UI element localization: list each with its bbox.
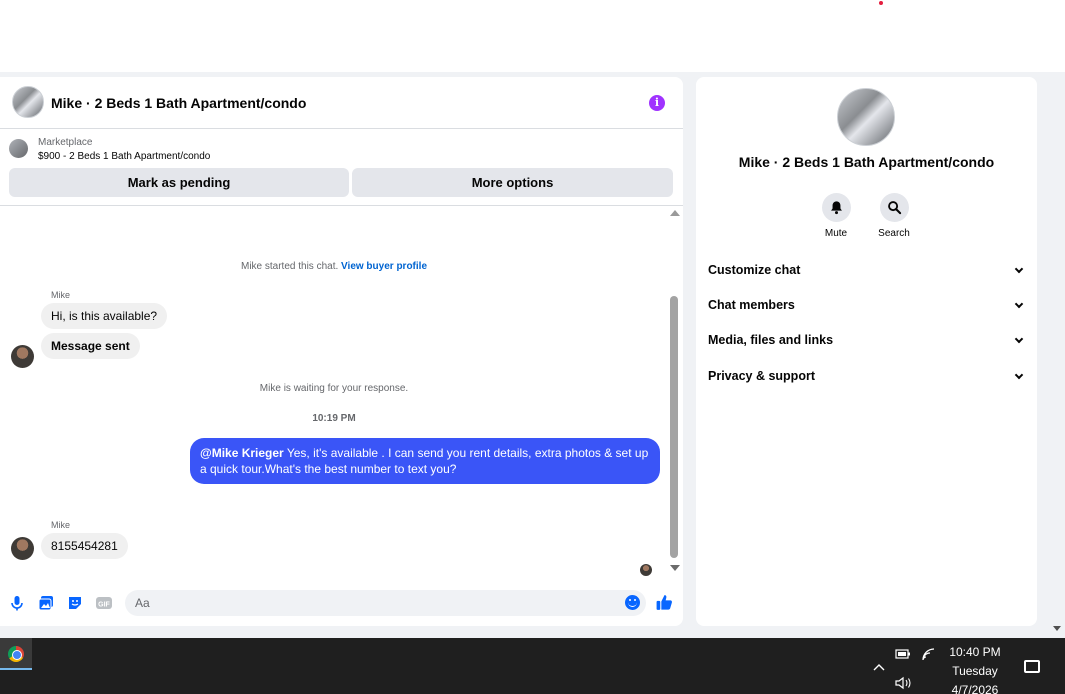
- section-label: Media, files and links: [708, 333, 834, 347]
- bell-icon: [821, 193, 851, 222]
- section-label: Customize chat: [708, 263, 801, 277]
- sender-name: Mike: [51, 520, 71, 530]
- message-timestamp: 10:19 PM: [312, 413, 356, 424]
- listing-source: Marketplace: [38, 137, 93, 148]
- search-label: Search: [878, 228, 910, 239]
- notification-dot: [879, 1, 883, 5]
- chat-started-notice: Mike started this chat. View buyer profi…: [0, 261, 668, 272]
- gif-label: GIF: [98, 602, 110, 609]
- search-button[interactable]: Search: [874, 193, 914, 239]
- scroll-down-arrow-icon[interactable]: [670, 565, 680, 571]
- profile-name[interactable]: Mike · 2 Beds 1 Bath Apartment/condo: [696, 154, 1037, 170]
- emoji-icon[interactable]: [625, 595, 640, 610]
- marketplace-listing: Marketplace $900 - 2 Beds 1 Bath Apartme…: [0, 130, 683, 206]
- chrome-taskbar-button[interactable]: [0, 638, 32, 670]
- media-files-links-section[interactable]: Media, files and links: [708, 333, 1026, 353]
- taskbar: 10:40 PM Tuesday 4/7/2026: [0, 638, 1065, 694]
- chat-title[interactable]: Mike · 2 Beds 1 Bath Apartment/condo: [51, 95, 306, 111]
- sender-avatar[interactable]: [11, 537, 34, 560]
- section-label: Chat members: [708, 298, 795, 312]
- gif-icon[interactable]: GIF: [95, 594, 113, 612]
- clock-day: Tuesday: [952, 664, 998, 678]
- battery-icon[interactable]: [895, 648, 911, 660]
- clock-time: 10:40 PM: [949, 645, 1001, 659]
- message-composer: GIF Aa: [0, 587, 683, 619]
- notifications-icon[interactable]: [1024, 660, 1040, 673]
- chevron-down-icon: [1014, 264, 1024, 274]
- chrome-icon: [8, 646, 24, 662]
- search-icon: [879, 193, 909, 222]
- listing-thumbnail[interactable]: [9, 139, 28, 158]
- seen-avatar: [640, 564, 652, 576]
- clock-date: 4/7/2026: [951, 683, 999, 694]
- mute-label: Mute: [824, 228, 848, 239]
- system-clock[interactable]: 10:40 PM Tuesday 4/7/2026: [935, 643, 1015, 694]
- scroll-down-arrow-icon[interactable]: [1053, 626, 1061, 631]
- message-input-placeholder: Aa: [135, 596, 150, 610]
- sender-avatar[interactable]: [11, 345, 34, 368]
- mention[interactable]: @Mike Krieger: [200, 446, 284, 460]
- chat-avatar[interactable]: [12, 86, 44, 118]
- sticker-icon[interactable]: [66, 594, 84, 612]
- photo-icon[interactable]: [37, 594, 55, 612]
- chevron-down-icon: [1014, 299, 1024, 309]
- message-list: Mike started this chat. View buyer profi…: [0, 207, 668, 577]
- profile-avatar[interactable]: [837, 88, 895, 146]
- listing-title[interactable]: $900 - 2 Beds 1 Bath Apartment/condo: [38, 151, 210, 162]
- privacy-support-section[interactable]: Privacy & support: [708, 369, 1026, 389]
- incoming-message[interactable]: 8155454281: [41, 533, 128, 559]
- chevron-up-icon[interactable]: [873, 662, 885, 672]
- page-scrollbar[interactable]: [1049, 72, 1065, 638]
- browser-top-area: [0, 0, 1065, 72]
- mute-button[interactable]: Mute: [816, 193, 856, 239]
- chevron-down-icon: [1014, 334, 1024, 344]
- like-icon[interactable]: [655, 593, 674, 612]
- sender-name: Mike: [51, 290, 71, 300]
- message-scrollbar[interactable]: [668, 207, 682, 577]
- view-buyer-profile-link[interactable]: View buyer profile: [341, 261, 427, 272]
- mark-as-pending-button[interactable]: Mark as pending: [9, 168, 349, 197]
- customize-chat-section[interactable]: Customize chat: [708, 263, 1026, 283]
- section-label: Privacy & support: [708, 369, 815, 383]
- message-input[interactable]: Aa: [125, 590, 646, 616]
- info-icon[interactable]: i: [649, 95, 665, 111]
- incoming-message[interactable]: Message sent: [41, 333, 140, 359]
- chat-header: Mike · 2 Beds 1 Bath Apartment/condo i: [0, 77, 683, 129]
- scroll-up-arrow-icon[interactable]: [670, 210, 680, 216]
- more-options-button[interactable]: More options: [352, 168, 673, 197]
- volume-icon[interactable]: [895, 676, 913, 690]
- chevron-down-icon: [1014, 370, 1024, 380]
- chat-panel: Mike · 2 Beds 1 Bath Apartment/condo i M…: [0, 77, 683, 626]
- outgoing-message[interactable]: @Mike Krieger Yes, it's available . I ca…: [190, 438, 660, 484]
- waiting-notice: Mike is waiting for your response.: [259, 383, 409, 394]
- incoming-message[interactable]: Hi, is this available?: [41, 303, 168, 329]
- chat-started-text: Mike started this chat.: [241, 261, 339, 272]
- scroll-thumb[interactable]: [670, 296, 678, 558]
- conversation-info-panel: Mike · 2 Beds 1 Bath Apartment/condo Mut…: [696, 77, 1037, 626]
- chat-members-section[interactable]: Chat members: [708, 298, 1026, 318]
- microphone-icon[interactable]: [8, 594, 26, 612]
